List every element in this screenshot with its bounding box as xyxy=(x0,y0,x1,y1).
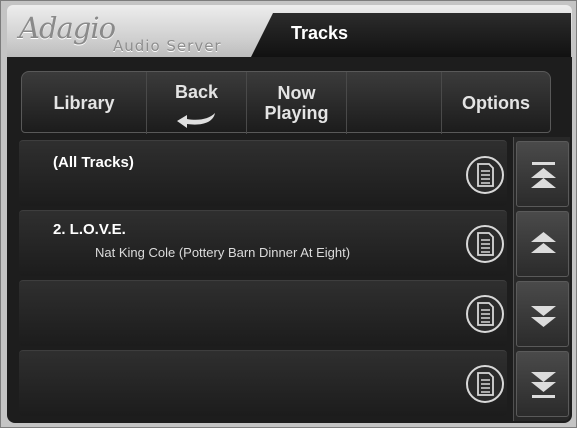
logo-subtitle: Audio Server xyxy=(113,37,222,55)
back-arrow-icon xyxy=(177,113,215,128)
library-label: Library xyxy=(53,93,115,113)
chevron-up-icon xyxy=(531,232,556,253)
document-icon[interactable] xyxy=(465,364,505,404)
options-label: Options xyxy=(462,93,530,113)
scroll-column xyxy=(513,137,570,421)
adagio-logo: Adagio Audio Server xyxy=(17,11,267,55)
page-title: Tracks xyxy=(291,23,349,43)
scroll-top-button[interactable] xyxy=(516,141,569,207)
track-row[interactable]: 2. L.O.V.E. Nat King Cole (Pottery Barn … xyxy=(19,210,507,276)
track-title: (All Tracks) xyxy=(53,154,134,171)
back-label: Back xyxy=(174,82,219,102)
document-icon[interactable] xyxy=(465,224,505,264)
track-subtitle: Nat King Cole (Pottery Barn Dinner At Ei… xyxy=(95,245,351,260)
options-button[interactable]: Options xyxy=(442,72,550,134)
nav-spacer xyxy=(347,72,442,134)
now-playing-label-line1: Now xyxy=(277,83,316,103)
track-row[interactable] xyxy=(19,280,507,346)
track-row[interactable]: (All Tracks) xyxy=(19,140,507,206)
double-chevron-up-icon xyxy=(531,162,556,188)
double-chevron-down-icon xyxy=(531,372,556,398)
chevron-down-icon xyxy=(531,306,556,327)
library-button[interactable]: Library xyxy=(22,72,147,134)
track-list: (All Tracks) 2. L.O.V.E. Nat King Cole (… xyxy=(19,140,507,422)
now-playing-button[interactable]: Now Playing xyxy=(247,72,347,134)
document-icon[interactable] xyxy=(465,155,505,195)
track-title: 2. L.O.V.E. xyxy=(53,221,126,238)
scroll-down-button[interactable] xyxy=(516,281,569,347)
track-row[interactable] xyxy=(19,350,507,416)
nav-bar: Library Back Now Playing Options xyxy=(21,71,551,134)
now-playing-label-line2: Playing xyxy=(264,103,329,123)
document-icon[interactable] xyxy=(465,294,505,334)
logo-script: Adagio xyxy=(19,11,116,45)
app-frame: Adagio Audio Server Tracks Library Back … xyxy=(0,0,577,428)
scroll-bottom-button[interactable] xyxy=(516,351,569,417)
scroll-up-button[interactable] xyxy=(516,211,569,277)
